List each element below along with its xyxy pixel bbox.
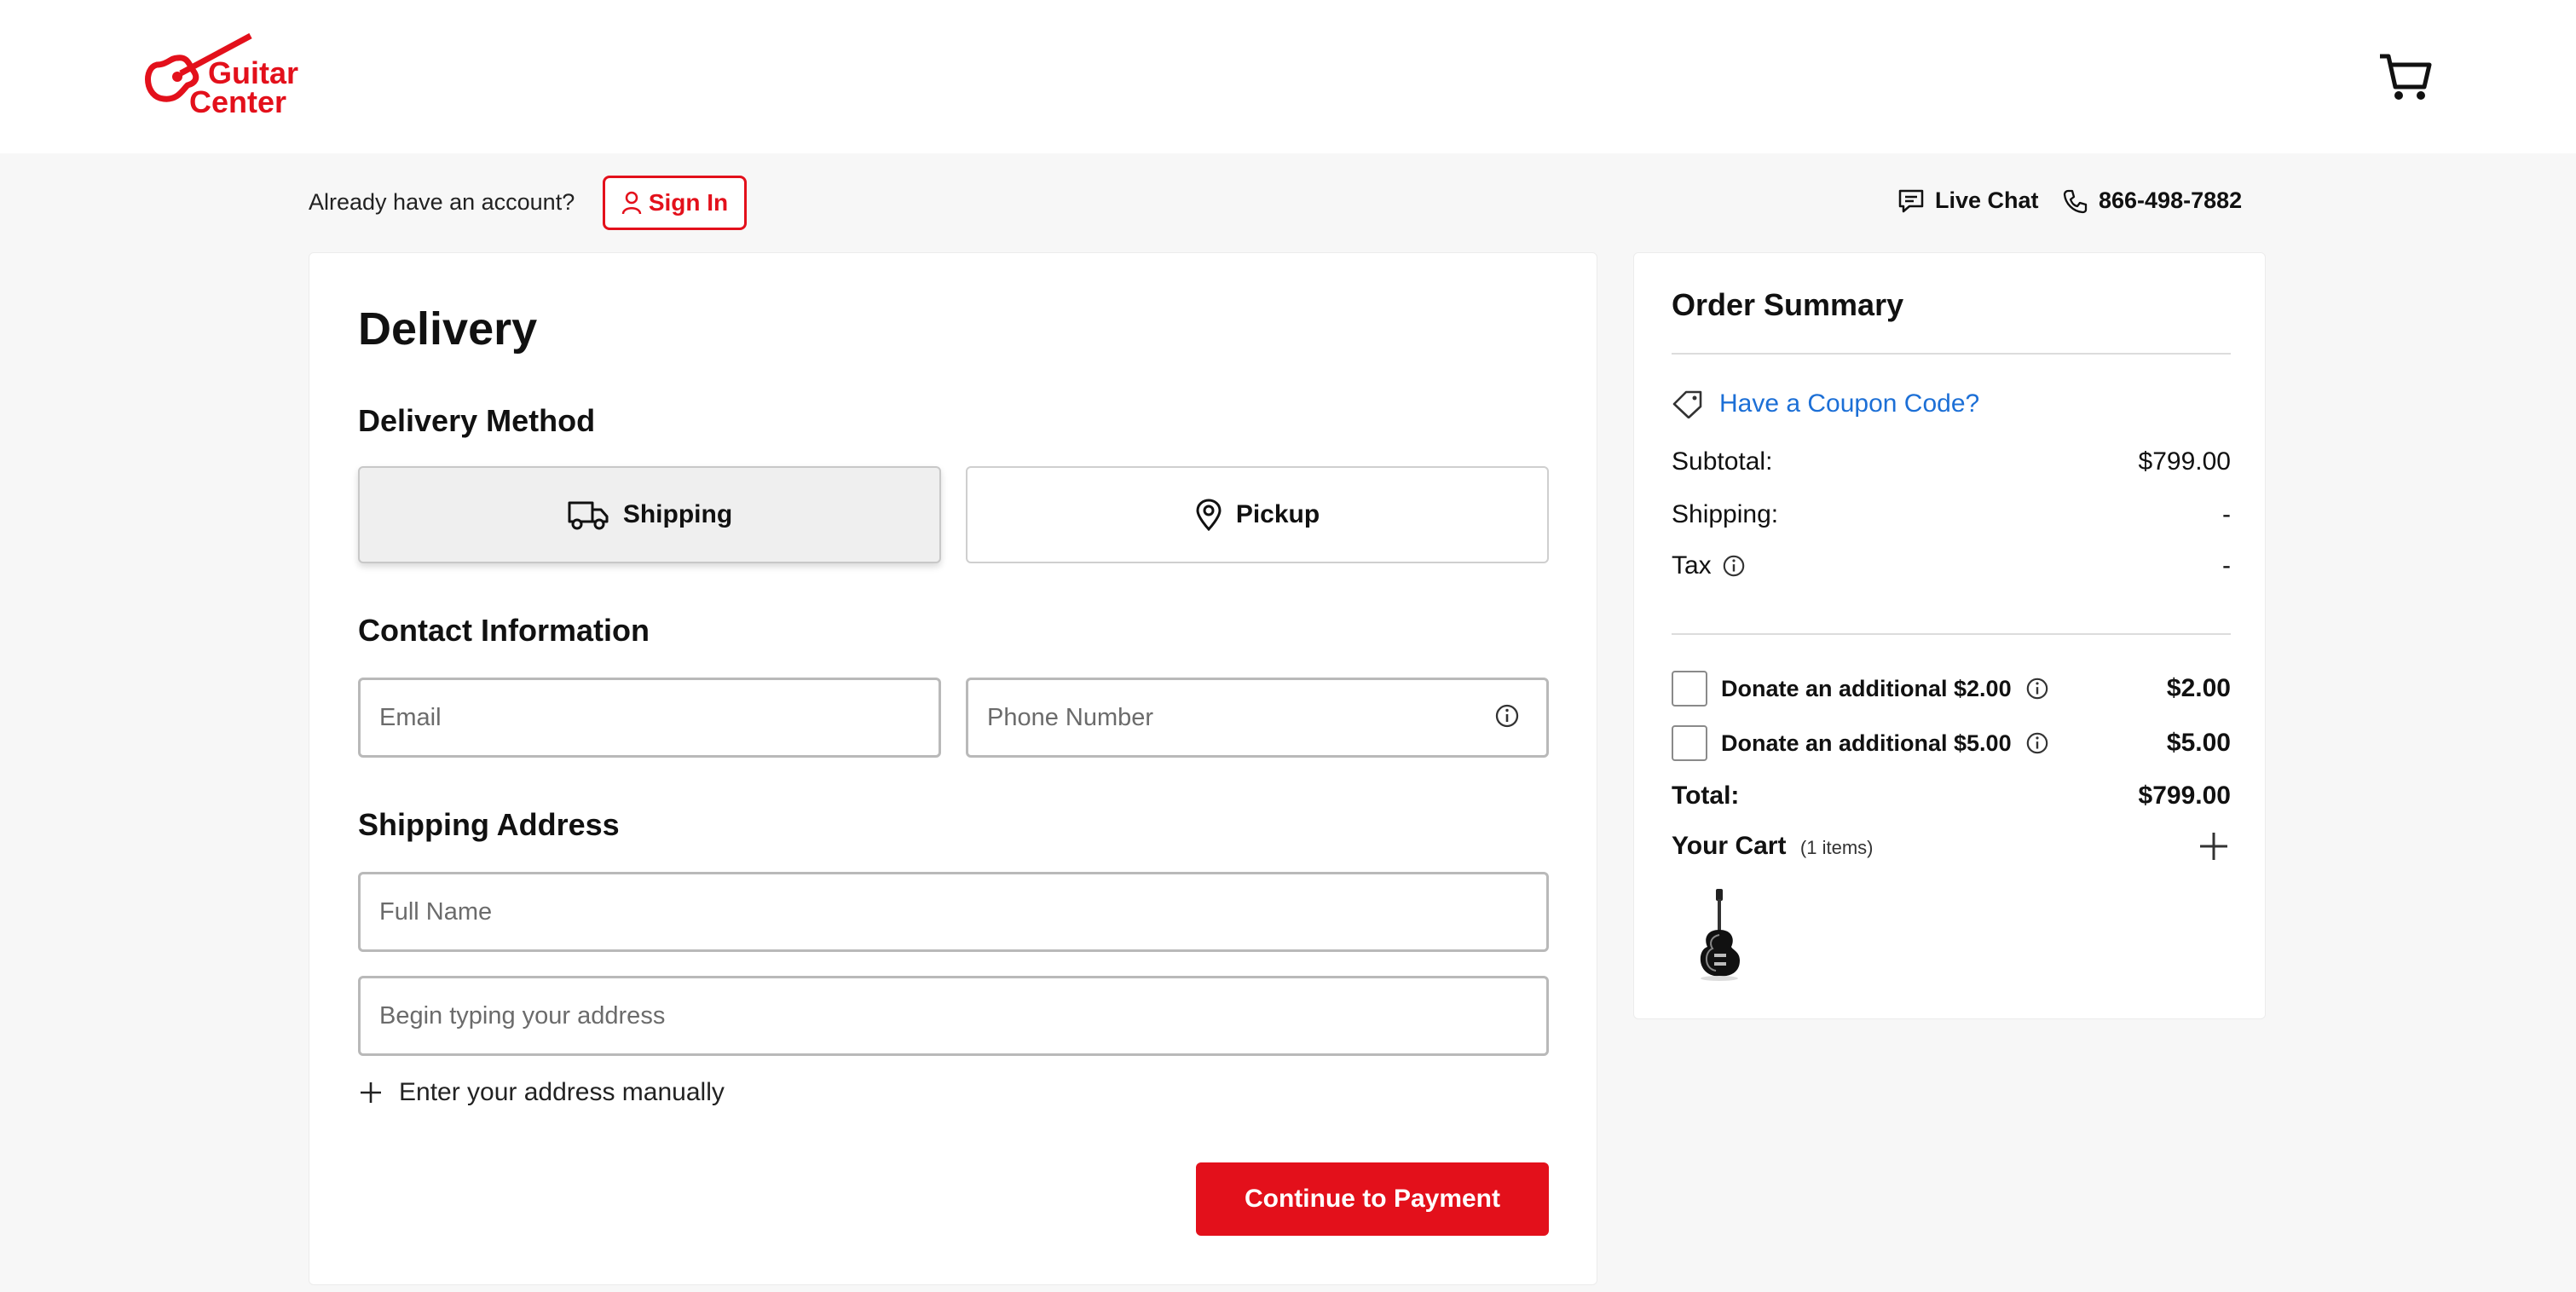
donate-5-amount: $5.00 — [2166, 729, 2231, 757]
cart-item-count: (1 items) — [1799, 837, 1874, 858]
sign-in-button[interactable]: Sign In — [603, 176, 747, 230]
donate-2-amount: $2.00 — [2166, 674, 2231, 702]
truck-icon — [568, 501, 609, 530]
subtotal-label: Subtotal: — [1672, 447, 1773, 476]
pickup-method-button[interactable]: Pickup — [966, 466, 1549, 563]
phone-number: 866-498-7882 — [2099, 187, 2243, 213]
delivery-card: Delivery Delivery Method Shipping Pickup… — [309, 252, 1597, 1285]
donate-2-label: Donate an additional $2.00 — [1721, 675, 2012, 701]
live-chat-label: Live Chat — [1935, 187, 2039, 213]
your-cart-label: Your Cart — [1672, 832, 1787, 860]
total-value: $799.00 — [2138, 782, 2231, 810]
shipping-method-button[interactable]: Shipping — [358, 466, 941, 563]
total-row: Total: $799.00 — [1672, 782, 2231, 810]
guitar-center-logo[interactable]: Guitar Center — [140, 31, 302, 119]
logo-line-2: Center — [189, 84, 286, 119]
shipping-label: Shipping — [622, 500, 733, 528]
phone-link[interactable]: 866-498-7882 — [2063, 187, 2242, 214]
shipping-cost-label: Shipping: — [1672, 500, 1779, 528]
expand-cart-plus-icon[interactable] — [2197, 829, 2231, 863]
order-summary-card: Order Summary Have a Coupon Code? Subtot… — [1633, 252, 2266, 1019]
tax-value: - — [2222, 551, 2231, 580]
email-field[interactable] — [358, 678, 941, 758]
subtotal-value: $799.00 — [2138, 447, 2231, 476]
tax-row: Tax - — [1672, 551, 2231, 580]
info-icon[interactable] — [1722, 554, 1746, 578]
shipping-cost-value: - — [2222, 500, 2231, 528]
donation-row: Donate an additional $5.00 $5.00 — [1672, 725, 2231, 761]
divider — [1672, 353, 2231, 355]
phone-icon — [2063, 189, 2088, 213]
info-icon[interactable] — [1494, 703, 1520, 729]
account-prompt: Already have an account? — [309, 189, 575, 215]
cart-icon[interactable] — [2378, 51, 2433, 102]
info-icon[interactable] — [2025, 731, 2049, 755]
full-name-field[interactable] — [358, 872, 1549, 952]
donate-2-checkbox[interactable] — [1672, 671, 1707, 707]
coupon-label: Have a Coupon Code? — [1719, 389, 1980, 418]
your-cart-row: Your Cart (1 items) — [1672, 829, 2231, 863]
total-label: Total: — [1672, 782, 1740, 810]
coupon-code-link[interactable]: Have a Coupon Code? — [1672, 389, 1979, 418]
info-icon[interactable] — [2025, 677, 2049, 701]
live-chat-link[interactable]: Live Chat — [1897, 187, 2039, 214]
enter-address-manually-link[interactable]: Enter your address manually — [358, 1078, 725, 1107]
user-icon — [621, 191, 642, 215]
shipping-address-title: Shipping Address — [358, 807, 620, 842]
tag-icon — [1672, 390, 1702, 418]
continue-to-payment-button[interactable]: Continue to Payment — [1196, 1162, 1549, 1236]
site-header: Guitar Center — [0, 0, 2576, 153]
page-title: Delivery — [358, 303, 538, 355]
location-pin-icon — [1196, 499, 1222, 531]
divider — [1672, 633, 2231, 635]
shipping-row: Shipping: - — [1672, 500, 2231, 529]
donation-row: Donate an additional $2.00 $2.00 — [1672, 671, 2231, 707]
order-summary-title: Order Summary — [1672, 287, 1904, 322]
plus-icon — [361, 1082, 381, 1103]
subtotal-row: Subtotal: $799.00 — [1672, 447, 2231, 476]
manual-link-label: Enter your address manually — [399, 1078, 725, 1106]
donate-5-label: Donate an additional $5.00 — [1721, 730, 2012, 756]
pickup-label: Pickup — [1235, 500, 1320, 528]
cart-item-guitar-image[interactable] — [1685, 887, 1753, 981]
chat-icon — [1898, 189, 1924, 212]
sign-in-label: Sign In — [648, 189, 729, 216]
contact-info-title: Contact Information — [358, 613, 650, 648]
delivery-method-title: Delivery Method — [358, 403, 596, 438]
donate-5-checkbox[interactable] — [1672, 725, 1707, 761]
tax-label: Tax — [1672, 551, 1712, 580]
address-field[interactable] — [358, 976, 1549, 1056]
phone-number-field[interactable] — [966, 678, 1549, 758]
